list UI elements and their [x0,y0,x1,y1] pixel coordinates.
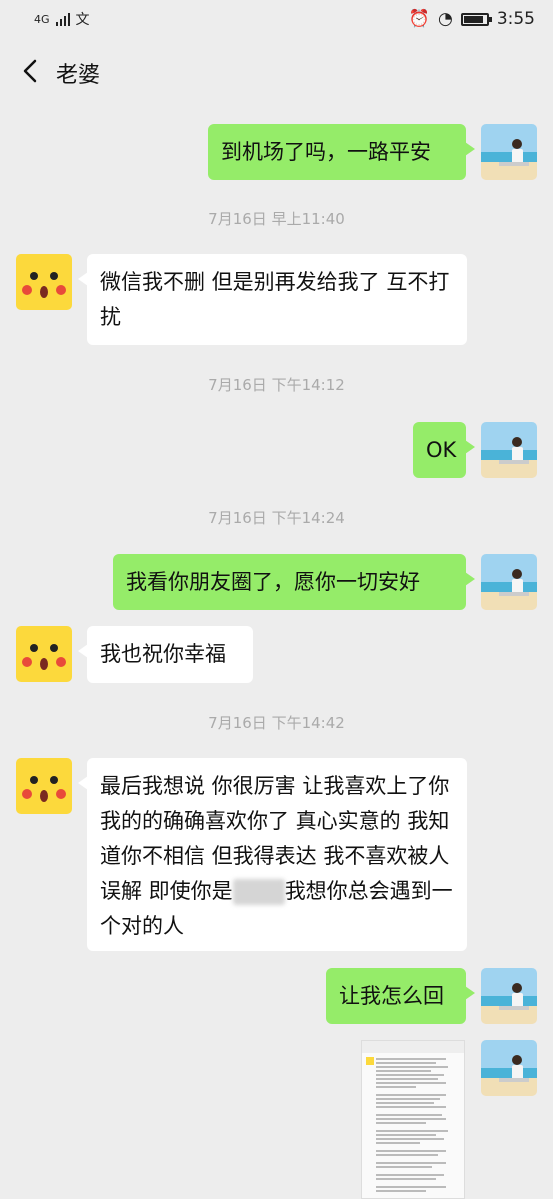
message-bubble-received[interactable]: 微信我不删 但是别再发给我了 互不打扰 [78,254,467,345]
beach-photo-avatar [481,554,537,610]
message-bubble-sent[interactable]: 我看你朋友圈了，愿你一切安好 [113,554,475,610]
status-time: 3:55 [496,9,535,29]
chat-title: 老婆 [56,63,101,88]
self-avatar[interactable] [481,968,537,1024]
battery-icon [460,12,492,26]
self-avatar[interactable] [481,124,537,180]
self-avatar[interactable] [481,554,537,610]
timestamp: 7月16日 早上11:40 [208,210,345,228]
contact-avatar[interactable] [16,254,72,310]
timestamp: 7月16日 下午14:42 [208,714,345,732]
message-bubble-sent[interactable]: OK [413,422,475,478]
timestamp: 7月16日 下午14:12 [208,376,345,394]
chevron-left-icon[interactable] [18,58,44,84]
status-bar: 4G 文 ⏰ ◔ 3:55 [0,0,553,38]
pikachu-avatar [16,254,72,310]
beach-photo-avatar [481,124,537,180]
contact-avatar[interactable] [16,626,72,682]
speedometer-icon: ◔ [437,9,453,29]
pikachu-avatar [16,758,72,814]
timestamp: 7月16日 下午14:24 [208,509,345,527]
pikachu-avatar [16,626,72,682]
screenshot-image-message[interactable] [361,1040,465,1199]
contact-avatar[interactable] [16,758,72,814]
message-bubble-received[interactable]: 我也祝你幸福 [78,626,253,683]
screenshot-thumbnail [362,1041,464,1192]
self-avatar[interactable] [481,422,537,478]
self-avatar[interactable] [481,1040,537,1096]
network-label: 4G [34,12,50,26]
wechat-notification-icon: 文 [75,12,90,28]
alarm-icon: ⏰ [408,9,430,29]
chat-header: 老婆 [0,38,553,106]
message-bubble-received[interactable]: 最后我想说 你很厉害 让我喜欢上了你 我的的确确喜欢你了 真心实意的 我知道你不… [78,758,467,951]
beach-photo-avatar [481,1040,537,1096]
beach-photo-avatar [481,422,537,478]
signal-icon [55,12,70,26]
message-bubble-sent[interactable]: 到机场了吗，一路平安 [208,124,475,180]
redacted-name [232,879,285,905]
beach-photo-avatar [481,968,537,1024]
message-bubble-sent[interactable]: 让我怎么回 [326,968,475,1024]
